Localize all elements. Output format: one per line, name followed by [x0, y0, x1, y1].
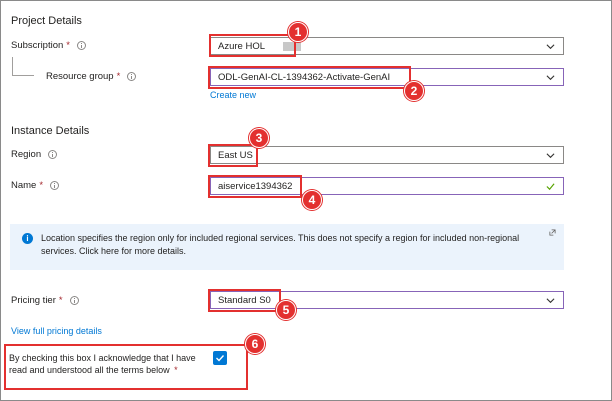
subscription-label: Subscription [11, 40, 64, 51]
info-icon[interactable] [50, 181, 60, 190]
view-pricing-link[interactable]: View full pricing details [11, 326, 102, 336]
callout-box-5 [208, 289, 281, 312]
callout-badge-3: 3 [249, 128, 269, 148]
callout-box-6 [4, 344, 248, 390]
instance-details-heading: Instance Details [11, 125, 90, 137]
region-dropdown[interactable]: East US [210, 146, 564, 164]
callout-box-2 [208, 66, 411, 89]
callout-badge-5: 5 [276, 300, 296, 320]
name-label: Name [11, 180, 37, 191]
required-asterisk: * [116, 71, 121, 82]
resource-group-label: Resource group [46, 71, 114, 82]
external-link-icon [549, 229, 556, 236]
subscription-label-row: Subscription * [11, 40, 86, 51]
required-asterisk: * [66, 40, 70, 51]
callout-box-4 [208, 175, 302, 198]
pricing-tier-label: Pricing tier [11, 295, 56, 306]
pricing-tier-label-row: Pricing tier * [11, 295, 79, 306]
required-asterisk: * [58, 295, 63, 306]
project-details-heading: Project Details [11, 15, 82, 27]
callout-badge-2: 2 [404, 81, 424, 101]
info-icon[interactable] [127, 72, 137, 81]
info-circle-icon: i [22, 233, 33, 244]
callout-badge-4: 4 [302, 190, 322, 210]
chevron-down-icon [546, 298, 555, 304]
info-icon[interactable] [69, 296, 79, 305]
callout-box-3 [208, 144, 258, 167]
tree-connector [12, 57, 34, 76]
info-icon[interactable] [76, 41, 86, 50]
info-icon[interactable] [48, 150, 58, 159]
required-asterisk: * [39, 180, 44, 191]
chevron-down-icon [546, 44, 555, 50]
resource-group-label-row: Resource group * [46, 71, 137, 82]
chevron-down-icon [546, 153, 555, 159]
callout-box-1 [209, 34, 296, 57]
info-message-text[interactable]: Location specifies the region only for i… [41, 232, 538, 258]
callout-badge-1: 1 [288, 22, 308, 42]
checkmark-valid-icon [546, 183, 555, 191]
chevron-down-icon [546, 75, 555, 81]
region-label: Region [11, 149, 42, 160]
callout-badge-6: 6 [245, 334, 265, 354]
create-new-link[interactable]: Create new [210, 90, 256, 100]
info-message-bar: i Location specifies the region only for… [10, 224, 564, 270]
region-label-row: Region [11, 149, 58, 160]
name-label-row: Name * [11, 180, 60, 191]
